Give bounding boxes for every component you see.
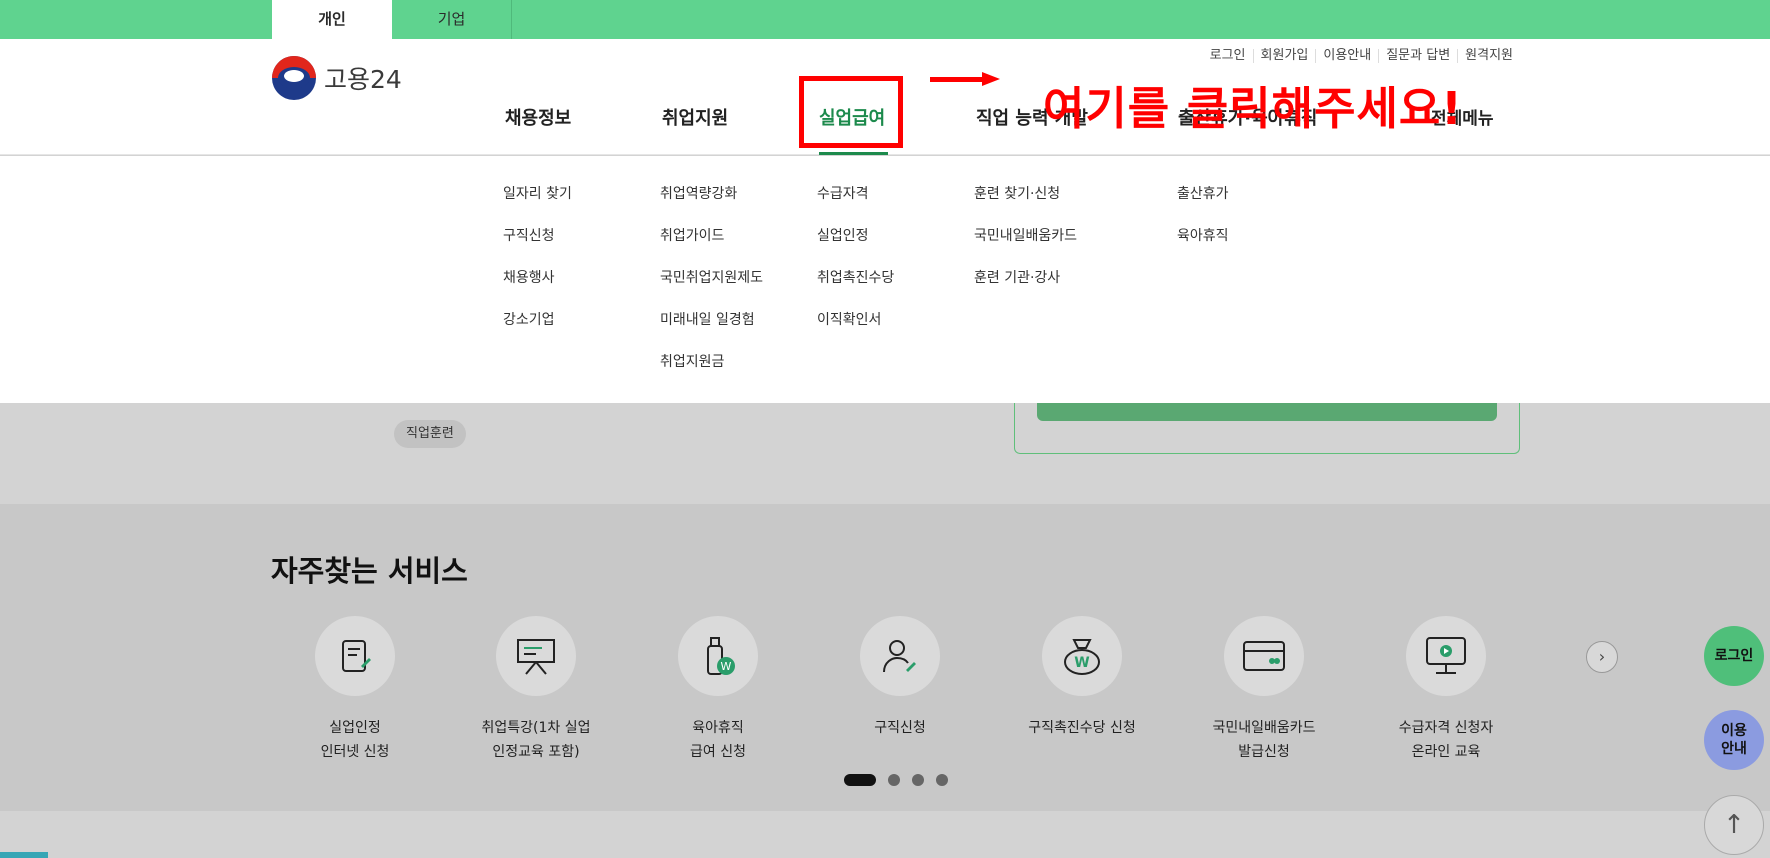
menu-item[interactable]: 취업가이드 xyxy=(660,225,763,267)
tab-business[interactable]: 기업 xyxy=(392,0,512,39)
service-label: 취업특강(1차 실업 인정교육 포함) xyxy=(481,720,591,760)
gnb-job-info[interactable]: 채용정보 xyxy=(505,104,571,130)
service-item[interactable]: W 육아휴직 급여 신청 xyxy=(643,616,793,764)
tab-personal[interactable]: 개인 xyxy=(272,0,392,39)
scroll-top-arrow-icon[interactable]: ↑ xyxy=(1704,795,1764,855)
gnb-employment-support[interactable]: 취업지원 xyxy=(662,104,728,130)
floating-guide-button[interactable]: 이용 안내 xyxy=(1704,710,1764,770)
service-item[interactable]: 수급자격 신청자 온라인 교육 xyxy=(1371,616,1521,764)
menu-item[interactable]: 취업촉진수당 xyxy=(817,267,894,309)
presentation-board-icon xyxy=(496,616,576,696)
dropdown-column-job-info: 일자리 찾기 구직신청 채용행사 강소기업 xyxy=(503,183,572,351)
menu-item[interactable]: 훈련 기관·강사 xyxy=(974,267,1077,309)
site-logo[interactable]: 고용24 xyxy=(272,56,402,100)
service-item[interactable]: 구직신청 xyxy=(825,616,975,740)
keyword-chip[interactable]: 직업훈련 xyxy=(394,420,466,448)
menu-item[interactable]: 구직신청 xyxy=(503,225,572,267)
menu-item[interactable]: 채용행사 xyxy=(503,267,572,309)
arrow-right-icon xyxy=(930,72,1000,86)
dropdown-column-parental-leave: 출산휴가 육아휴직 xyxy=(1177,183,1229,267)
menu-item[interactable]: 이직확인서 xyxy=(817,309,894,351)
service-item[interactable]: 실업인정 인터넷 신청 xyxy=(280,616,430,764)
utility-links: 로그인 회원가입 이용안내 질문과 답변 원격지원 xyxy=(1203,49,1520,63)
frequent-services-section: 자주찾는 서비스 실업인정 인터넷 신청 취업특강(1차 실업 인정교육 포함)… xyxy=(0,504,1770,811)
card-icon xyxy=(1224,616,1304,696)
login-panel-button[interactable] xyxy=(1037,403,1497,421)
gnb-active-underline xyxy=(819,152,888,155)
floating-guide-label: 이용 안내 xyxy=(1721,723,1747,757)
floating-login-button[interactable]: 로그인 xyxy=(1704,626,1764,686)
service-label: 수급자격 신청자 온라인 교육 xyxy=(1398,720,1494,760)
pagination-dot[interactable] xyxy=(888,774,900,786)
remote-support-link[interactable]: 원격지원 xyxy=(1457,49,1520,63)
guide-link[interactable]: 이용안내 xyxy=(1315,49,1378,63)
service-label: 구직신청 xyxy=(874,720,926,736)
menu-item[interactable]: 훈련 찾기·신청 xyxy=(974,183,1077,225)
login-panel xyxy=(1014,403,1520,454)
menu-item[interactable]: 일자리 찾기 xyxy=(503,183,572,225)
menu-item[interactable]: 육아휴직 xyxy=(1177,225,1229,267)
menu-item[interactable]: 취업지원금 xyxy=(660,351,763,393)
qna-link[interactable]: 질문과 답변 xyxy=(1378,49,1457,63)
service-label: 실업인정 인터넷 신청 xyxy=(320,720,390,760)
menu-item[interactable]: 국민취업지원제도 xyxy=(660,267,763,309)
pagination-dot[interactable] xyxy=(936,774,948,786)
menu-item[interactable]: 미래내일 일경험 xyxy=(660,309,763,351)
baby-bottle-won-icon: W xyxy=(678,616,758,696)
menu-item[interactable]: 실업인정 xyxy=(817,225,894,267)
service-item[interactable]: 국민내일배움카드 발급신청 xyxy=(1189,616,1339,764)
mega-menu-dropdown: 일자리 찾기 구직신청 채용행사 강소기업 취업역량강화 취업가이드 국민취업지… xyxy=(0,156,1770,403)
document-pen-icon xyxy=(315,616,395,696)
highlight-box xyxy=(799,76,903,148)
service-item[interactable]: 취업특강(1차 실업 인정교육 포함) xyxy=(461,616,611,764)
service-item[interactable]: W 구직촉진수당 신청 xyxy=(1007,616,1157,740)
menu-item[interactable]: 수급자격 xyxy=(817,183,894,225)
carousel-pagination xyxy=(844,774,948,786)
pagination-dot[interactable] xyxy=(844,774,876,786)
pagination-dot[interactable] xyxy=(912,774,924,786)
logo-text: 고용24 xyxy=(324,65,402,94)
monitor-play-icon xyxy=(1406,616,1486,696)
service-label: 육아휴직 급여 신청 xyxy=(690,720,746,760)
menu-item[interactable]: 강소기업 xyxy=(503,309,572,351)
money-bag-icon: W xyxy=(1042,616,1122,696)
signup-link[interactable]: 회원가입 xyxy=(1252,49,1316,63)
person-pen-icon xyxy=(860,616,940,696)
menu-item[interactable]: 출산휴가 xyxy=(1177,183,1229,225)
menu-item[interactable]: 취업역량강화 xyxy=(660,183,763,225)
taegeuk-logo-icon xyxy=(272,56,316,100)
service-label: 구직촉진수당 신청 xyxy=(1028,720,1136,736)
menu-item[interactable]: 국민내일배움카드 xyxy=(974,225,1077,267)
svg-text:W: W xyxy=(721,660,732,673)
annotation-text: 여기를 클릭해주세요! xyxy=(1043,82,1463,135)
login-link[interactable]: 로그인 xyxy=(1203,49,1253,63)
dropdown-column-unemployment-benefit: 수급자격 실업인정 취업촉진수당 이직확인서 xyxy=(817,183,894,351)
corner-tab[interactable] xyxy=(0,852,48,858)
chevron-right-icon[interactable]: › xyxy=(1586,641,1618,673)
service-label: 국민내일배움카드 발급신청 xyxy=(1212,720,1316,760)
section-title: 자주찾는 서비스 xyxy=(271,554,468,588)
dropdown-column-employment-support: 취업역량강화 취업가이드 국민취업지원제도 미래내일 일경험 취업지원금 xyxy=(660,183,763,393)
dropdown-column-vocational-training: 훈련 찾기·신청 국민내일배움카드 훈련 기관·강사 xyxy=(974,183,1077,309)
top-tab-bar: 개인 기업 xyxy=(0,0,1770,39)
svg-text:W: W xyxy=(1074,655,1089,671)
